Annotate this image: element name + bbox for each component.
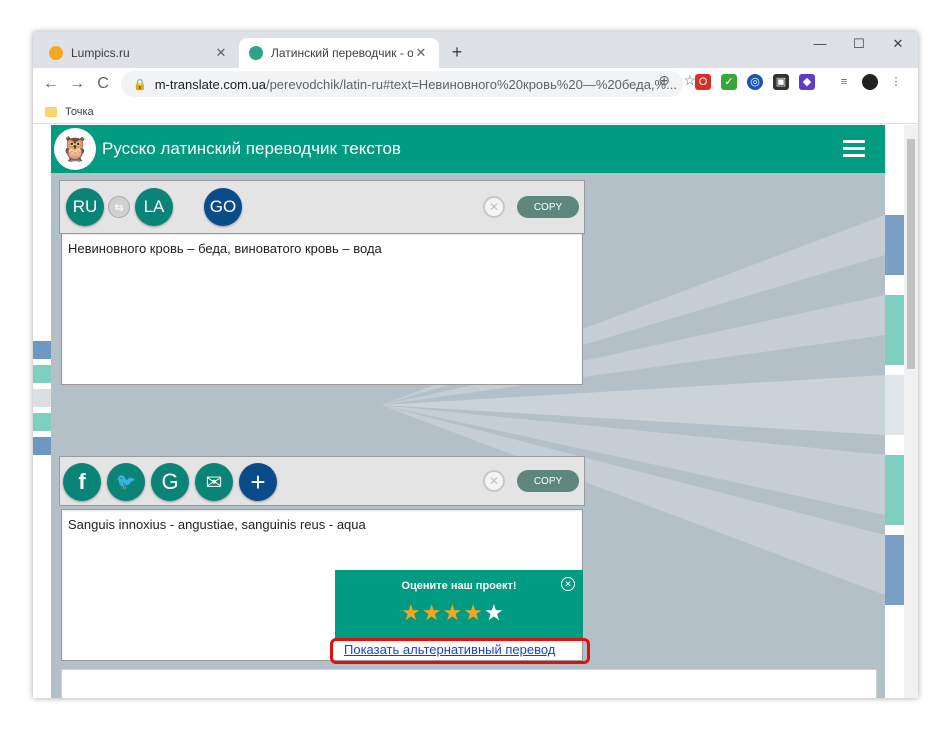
clear-input-icon[interactable]: ✕ (483, 196, 505, 218)
source-language-button[interactable]: RU (66, 188, 104, 226)
site-header: 🦉 Русско латинский переводчик текстов (51, 125, 885, 173)
target-language-button[interactable]: LA (135, 188, 173, 226)
media-control-icon[interactable]: ≡ (836, 74, 852, 90)
folder-icon (45, 106, 57, 117)
side-stripe (33, 437, 51, 455)
close-rating-icon[interactable]: ✕ (561, 577, 575, 591)
page-content: 🦉 Русско латинский переводчик текстов RU… (33, 125, 918, 698)
side-stripe (885, 375, 904, 435)
url-host: m-translate.com.ua (154, 76, 266, 92)
url-path: /perevodchik/latin-ru#text=Невиновного%2… (265, 76, 677, 92)
tab-title: Латинский переводчик - онлай (271, 46, 413, 60)
tab-lumpics[interactable]: Lumpics.ru ✕ (39, 38, 239, 68)
copy-input-button[interactable]: COPY (517, 196, 579, 218)
lock-icon: 🔒 (133, 78, 147, 91)
tab-translator[interactable]: Латинский переводчик - онлай ✕ (239, 38, 439, 68)
side-stripe (33, 389, 51, 407)
output-toolbar: f 🐦 G ✉ + ✕ COPY (59, 456, 585, 506)
bookmark-tochka[interactable]: Точка (65, 106, 94, 118)
google-share-icon[interactable]: G (151, 463, 189, 501)
extension-box-icon[interactable]: ▣ (773, 74, 789, 90)
highlight-annotation (330, 638, 590, 664)
side-stripe (33, 413, 51, 431)
extension-opera-icon[interactable]: O (695, 74, 711, 90)
translate-go-button[interactable]: GO (204, 188, 242, 226)
tab-strip: Lumpics.ru ✕ Латинский переводчик - онла… (33, 32, 918, 68)
reload-button[interactable]: C (90, 75, 116, 93)
zoom-icon[interactable]: ⊕ (658, 72, 670, 89)
close-window-button[interactable]: ✕ (883, 36, 913, 52)
extension-purple-icon[interactable]: ◆ (799, 74, 815, 90)
email-share-icon[interactable]: ✉ (195, 463, 233, 501)
side-stripe (33, 365, 51, 383)
side-stripe (33, 341, 51, 359)
input-toolbar: RU ⇆ LA GO ✕ COPY (59, 180, 585, 234)
star-icon[interactable]: ★ (484, 600, 505, 625)
side-stripe (885, 535, 904, 605)
more-share-icon[interactable]: + (239, 463, 277, 501)
tab-close-icon[interactable]: ✕ (213, 45, 229, 61)
star-icon[interactable]: ★ (422, 600, 443, 625)
twitter-share-icon[interactable]: 🐦 (107, 463, 145, 501)
owl-logo-icon[interactable]: 🦉 (54, 128, 96, 170)
copy-output-button[interactable]: COPY (517, 470, 579, 492)
extension-check-icon[interactable]: ✓ (721, 74, 737, 90)
menu-dots-icon[interactable]: ⋮ (888, 74, 904, 90)
page-scrollbar[interactable] (904, 125, 918, 698)
side-stripe (885, 455, 904, 525)
tab-close-icon[interactable]: ✕ (413, 45, 429, 61)
rating-stars: ★★★★★ (401, 600, 505, 626)
source-text-input[interactable]: Невиновного кровь – беда, виноватого кро… (61, 233, 583, 385)
site-title: Русско латинский переводчик текстов (102, 139, 401, 158)
side-stripe (885, 215, 904, 275)
maximize-button[interactable]: ☐ (844, 36, 874, 52)
back-button[interactable]: ← (38, 75, 64, 93)
lumpics-favicon-icon (49, 46, 63, 60)
rating-popup: Оцените наш проект! ★★★★★ ✕ (335, 570, 583, 640)
lower-content-box (61, 669, 877, 698)
hamburger-menu-icon[interactable] (843, 140, 865, 157)
translator-favicon-icon (249, 46, 263, 60)
bookmarks-bar: Точка (33, 100, 918, 124)
new-tab-button[interactable]: + (447, 42, 467, 63)
minimize-button[interactable]: — (805, 36, 835, 51)
star-icon[interactable]: ★ (463, 600, 484, 625)
star-icon[interactable]: ★ (401, 600, 422, 625)
side-stripe (885, 295, 904, 365)
extension-globe-icon[interactable]: ◎ (747, 74, 763, 90)
tab-title: Lumpics.ru (71, 46, 130, 60)
swap-languages-icon[interactable]: ⇆ (108, 196, 130, 218)
avatar[interactable] (862, 74, 878, 90)
scrollbar-thumb[interactable] (907, 139, 915, 369)
star-icon[interactable]: ★ (442, 600, 463, 625)
clear-output-icon[interactable]: ✕ (483, 470, 505, 492)
rating-prompt: Оцените наш проект! (401, 580, 517, 592)
address-bar[interactable]: 🔒 m-translate.com.ua /perevodchik/latin-… (121, 71, 683, 97)
forward-button[interactable]: → (64, 75, 90, 93)
facebook-share-icon[interactable]: f (63, 463, 101, 501)
browser-window: Lumpics.ru ✕ Латинский переводчик - онла… (33, 32, 918, 698)
